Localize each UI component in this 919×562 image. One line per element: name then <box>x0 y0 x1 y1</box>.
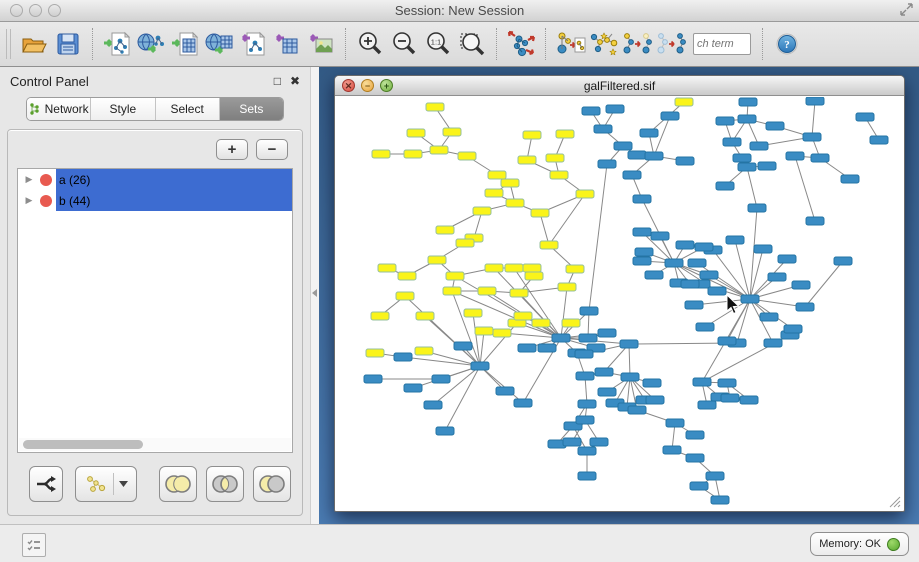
import-table-web-icon[interactable] <box>202 27 236 61</box>
close-network-icon[interactable]: ✕ <box>342 79 355 92</box>
network-desktop: ✕ − + galFiltered.sif <box>319 67 919 524</box>
network-canvas[interactable] <box>336 97 903 510</box>
tab-select-label: Select <box>170 102 203 116</box>
save-session-icon[interactable] <box>51 27 85 61</box>
sets-actions <box>17 463 293 505</box>
tab-style-label: Style <box>110 102 137 116</box>
memory-status-button[interactable]: Memory: OK <box>810 532 909 556</box>
difference-sets-button[interactable] <box>253 466 291 502</box>
panel-splitter[interactable] <box>310 67 319 524</box>
memory-status-label: Memory: OK <box>819 538 881 550</box>
split-sets-button[interactable] <box>29 466 63 502</box>
main-toolbar: 1:1 ? <box>0 22 919 67</box>
mouse-cursor <box>725 294 741 316</box>
intersection-sets-icon <box>210 474 240 494</box>
import-network-file-icon[interactable] <box>100 27 134 61</box>
toolbar-grip[interactable] <box>6 29 11 59</box>
svg-text:?: ? <box>784 39 790 51</box>
sets-panel: + − ▶ a (26) ▶ b (44) <box>7 129 303 516</box>
task-history-icon <box>27 539 41 551</box>
minimize-network-icon[interactable]: − <box>361 79 374 92</box>
float-window-icon[interactable]: □ <box>274 74 281 88</box>
toolbar-separator <box>496 28 497 60</box>
tab-sets[interactable]: Sets <box>220 98 283 120</box>
expand-arrow-icon[interactable]: ▶ <box>18 174 40 185</box>
set-label: b (44) <box>56 190 292 211</box>
control-panel-title: Control Panel <box>10 74 265 89</box>
list-item-set-a[interactable]: ▶ a (26) <box>18 169 292 190</box>
zoom-out-icon[interactable] <box>387 27 421 61</box>
hide-selected-icon[interactable] <box>621 27 655 61</box>
toolbar-separator <box>92 28 93 60</box>
export-table-icon[interactable] <box>270 27 304 61</box>
control-panel: Control Panel □ ✖ Network Style Select <box>0 67 310 524</box>
fullscreen-arrows-icon[interactable] <box>900 3 913 19</box>
main-area: Control Panel □ ✖ Network Style Select <box>0 67 919 524</box>
list-item-set-b[interactable]: ▶ b (44) <box>18 190 292 211</box>
open-file-icon[interactable] <box>17 27 51 61</box>
help-icon[interactable]: ? <box>770 27 804 61</box>
export-image-icon[interactable] <box>304 27 338 61</box>
show-all-icon[interactable] <box>655 27 689 61</box>
import-table-file-icon[interactable] <box>168 27 202 61</box>
control-panel-tabs: Network Style Select Sets <box>26 97 284 121</box>
sets-list: ▶ a (26) ▶ b (44) <box>17 168 293 453</box>
resize-grip-icon[interactable] <box>889 496 901 508</box>
tab-select[interactable]: Select <box>156 98 220 120</box>
zoom-actual-size-icon[interactable]: 1:1 <box>421 27 455 61</box>
create-set-button[interactable] <box>75 466 137 502</box>
tab-network-label: Network <box>45 102 89 116</box>
union-sets-button[interactable] <box>159 466 197 502</box>
status-bar: Memory: OK <box>0 524 919 562</box>
import-network-web-icon[interactable] <box>134 27 168 61</box>
close-panel-icon[interactable]: ✖ <box>290 74 300 88</box>
expand-arrow-icon[interactable]: ▶ <box>18 195 40 206</box>
network-graph-svg <box>336 97 903 510</box>
network-window-title: galFiltered.sif <box>584 79 655 93</box>
tab-network[interactable]: Network <box>27 98 91 120</box>
add-set-button[interactable]: + <box>216 139 248 160</box>
set-color-icon <box>40 174 52 186</box>
zoom-in-icon[interactable] <box>353 27 387 61</box>
create-set-from-network-icon <box>84 474 108 494</box>
application-window: Session: New Session <box>0 0 919 562</box>
set-color-icon <box>40 195 52 207</box>
export-network-icon[interactable] <box>236 27 270 61</box>
tab-sets-label: Sets <box>239 102 263 116</box>
tab-style[interactable]: Style <box>91 98 155 120</box>
intersection-sets-button[interactable] <box>206 466 244 502</box>
network-window[interactable]: ✕ − + galFiltered.sif <box>334 75 905 512</box>
scrollbar-thumb[interactable] <box>23 440 143 449</box>
window-title: Session: New Session <box>0 3 919 18</box>
network-tab-icon <box>29 103 40 115</box>
new-network-from-selection-icon[interactable] <box>553 27 587 61</box>
union-sets-icon <box>163 474 193 494</box>
collapse-panel-icon[interactable] <box>312 289 317 297</box>
task-history-button[interactable] <box>22 533 46 557</box>
toolbar-separator <box>545 28 546 60</box>
toolbar-separator <box>762 28 763 60</box>
control-panel-header: Control Panel □ ✖ <box>0 67 310 95</box>
split-sets-icon <box>35 474 57 494</box>
svg-text:1:1: 1:1 <box>431 38 441 47</box>
dropdown-arrow-icon <box>119 481 128 487</box>
difference-sets-icon <box>257 474 287 494</box>
window-titlebar: Session: New Session <box>0 0 919 22</box>
memory-ok-indicator-icon <box>887 538 900 551</box>
apply-layout-icon[interactable] <box>504 27 538 61</box>
search-input[interactable] <box>693 33 751 55</box>
toolbar-separator <box>345 28 346 60</box>
zoom-fit-selected-icon[interactable] <box>455 27 489 61</box>
set-label: a (26) <box>56 169 292 190</box>
maximize-network-icon[interactable]: + <box>380 79 393 92</box>
network-window-titlebar[interactable]: ✕ − + galFiltered.sif <box>335 76 904 96</box>
first-neighbors-icon[interactable] <box>587 27 621 61</box>
horizontal-scrollbar[interactable] <box>19 438 291 451</box>
remove-set-button[interactable]: − <box>256 139 288 160</box>
